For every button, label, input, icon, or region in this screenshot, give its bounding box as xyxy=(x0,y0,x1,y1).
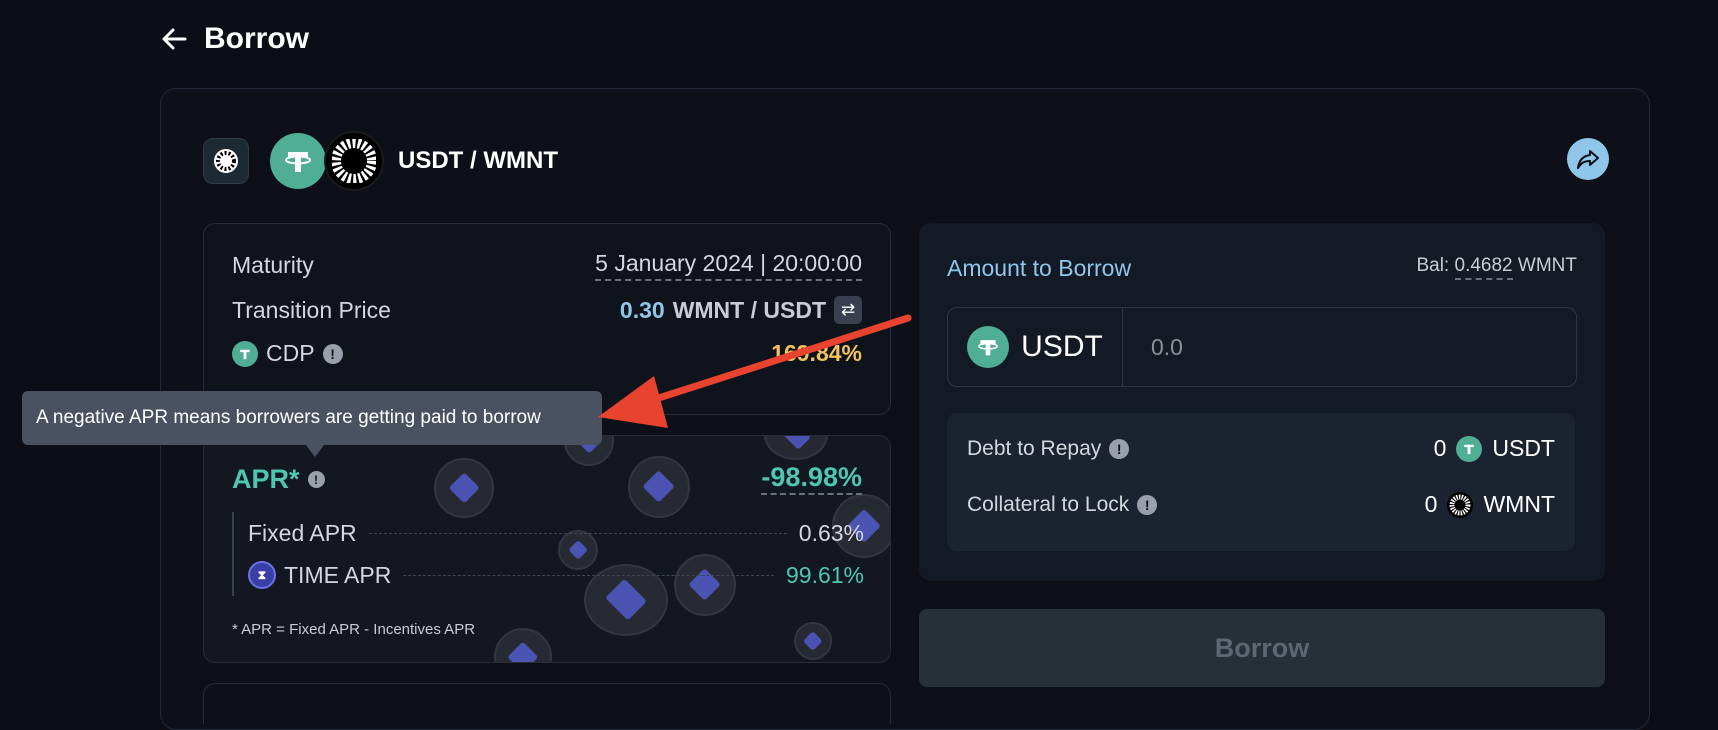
leader-line xyxy=(368,532,787,534)
fixed-apr-value: 0.63% xyxy=(798,519,864,546)
lower-section-box xyxy=(203,683,891,724)
decorative-coin-icon xyxy=(628,456,690,518)
borrow-summary: Debt to Repay ! 0 USDT Collateral to Loc… xyxy=(947,413,1575,551)
usdt-token-icon xyxy=(270,133,326,189)
decorative-coin-icon xyxy=(494,628,552,662)
share-button[interactable] xyxy=(1567,138,1609,180)
time-apr-value: 99.61% xyxy=(785,561,864,588)
pair-label: USDT / WMNT xyxy=(398,147,558,174)
apr-title-text: APR* xyxy=(232,464,300,494)
debt-info-icon[interactable]: ! xyxy=(1109,438,1130,459)
amount-input-group: USDT xyxy=(947,307,1577,387)
leader-line xyxy=(403,574,774,576)
debt-value: 0 xyxy=(1433,435,1447,461)
transition-price-value: 0.30 xyxy=(619,296,665,323)
amount-input[interactable] xyxy=(1123,308,1576,386)
transition-price-label: Transition Price xyxy=(232,296,391,323)
apr-tooltip: A negative APR means borrowers are getti… xyxy=(22,391,602,445)
cdp-value: 169.84% xyxy=(771,340,862,366)
balance-value: 0.4682 xyxy=(1454,255,1513,280)
swap-direction-icon[interactable]: ⇄ xyxy=(834,296,862,324)
page-header: Borrow xyxy=(158,22,309,56)
collateral-label: Collateral to Lock xyxy=(967,492,1130,516)
decorative-coin-icon xyxy=(794,622,832,660)
collateral-value: 0 xyxy=(1424,491,1438,517)
apr-title: APR* ! xyxy=(232,464,325,495)
decorative-coin-icon xyxy=(764,436,828,460)
pair-row: USDT / WMNT xyxy=(203,131,558,191)
apr-breakdown: Fixed APR 0.63% ⧗ TIME APR 99.61% xyxy=(232,512,864,596)
collateral-token: WMNT xyxy=(1483,491,1555,517)
usdt-token-icon xyxy=(967,326,1010,368)
cdp-label: CDP xyxy=(266,340,315,366)
page-title: Borrow xyxy=(204,22,309,55)
maturity-value: 5 January 2024 | 20:00:00 xyxy=(595,250,862,281)
pool-icon xyxy=(203,138,249,184)
fixed-apr-row: Fixed APR 0.63% xyxy=(234,512,864,554)
time-apr-row: ⧗ TIME APR 99.61% xyxy=(234,554,864,596)
tooltip-pointer xyxy=(306,445,324,457)
cdp-usdt-icon xyxy=(232,340,258,367)
debt-label: Debt to Repay xyxy=(967,436,1102,460)
token-selector-label: USDT xyxy=(1021,330,1103,363)
share-icon xyxy=(1577,150,1599,169)
token-selector[interactable]: USDT xyxy=(948,308,1123,386)
amount-to-borrow-label: Amount to Borrow xyxy=(947,255,1132,281)
borrow-button[interactable]: Borrow xyxy=(919,609,1605,687)
apr-info-icon[interactable]: ! xyxy=(307,471,325,488)
apr-box: APR* ! -98.98% Fixed APR 0.63% ⧗ TIME AP… xyxy=(203,435,891,663)
time-apr-label: TIME APR xyxy=(284,561,392,588)
maturity-label: Maturity xyxy=(232,252,314,278)
usdt-token-icon xyxy=(1456,435,1483,462)
decorative-coin-icon xyxy=(434,458,494,518)
debt-token: USDT xyxy=(1492,435,1555,461)
collateral-row: Collateral to Lock ! 0 WMNT xyxy=(967,491,1555,518)
wmnt-token-icon xyxy=(1447,491,1474,518)
time-token-icon: ⧗ xyxy=(248,561,276,589)
cdp-info-icon[interactable]: ! xyxy=(322,343,343,364)
debt-row: Debt to Repay ! 0 USDT xyxy=(967,435,1555,462)
fixed-apr-label: Fixed APR xyxy=(248,519,357,546)
balance-label: Bal: xyxy=(1416,255,1450,276)
borrow-panel: Amount to Borrow Bal: 0.4682 WMNT USDT D… xyxy=(919,223,1605,581)
balance-unit: WMNT xyxy=(1517,255,1577,276)
apr-formula-note: * APR = Fixed APR - Incentives APR xyxy=(232,621,476,638)
market-info-box: Maturity 5 January 2024 | 20:00:00 Trans… xyxy=(203,223,891,415)
apr-value: -98.98% xyxy=(761,462,862,495)
transition-price-unit: WMNT / USDT xyxy=(672,296,826,323)
wmnt-token-icon xyxy=(324,131,384,191)
back-arrow-icon[interactable] xyxy=(158,23,190,55)
balance: Bal: 0.4682 WMNT xyxy=(1416,255,1577,280)
collateral-info-icon[interactable]: ! xyxy=(1137,494,1158,515)
